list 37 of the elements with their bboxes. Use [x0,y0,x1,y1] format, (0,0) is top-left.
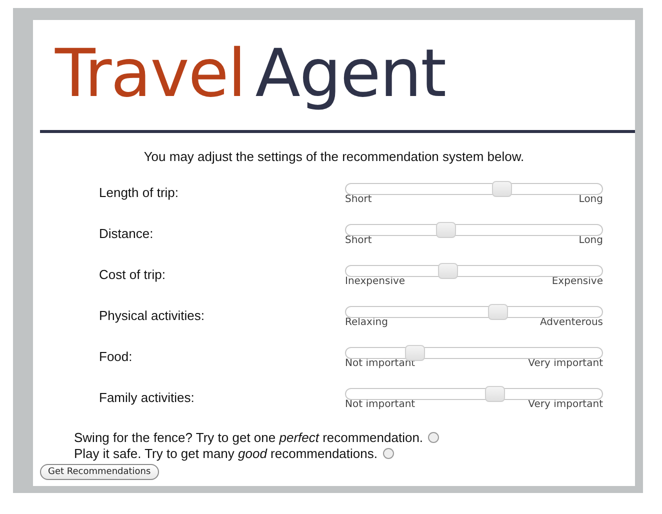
slider-thumb[interactable] [436,222,456,238]
get-recommendations-button[interactable]: Get Recommendations [40,464,159,480]
max-label: Long [578,194,603,205]
slider-thumb[interactable] [488,304,508,320]
setting-label: Cost of trip: [98,266,166,282]
slider-track[interactable] [345,183,603,195]
intro-text: You may adjust the settings of the recommendation system below. [142,149,526,166]
logo: Travel Agent [54,34,447,114]
min-label: Inexpensive [345,276,406,287]
radio-button[interactable] [382,448,394,458]
setting-label: Family activities: [98,389,196,405]
min-label: Short [345,194,372,205]
slider-thumb[interactable] [438,263,458,279]
radio-button[interactable] [428,432,440,442]
max-label: Expensive [552,276,603,287]
setting-label: Length of trip: [98,184,180,200]
strategy-label: Swing for the fence? Try to get one perfect recommendation. [74,430,424,444]
max-label: Adventerous [540,317,603,328]
min-label: Short [345,235,372,246]
max-label: Long [578,235,603,246]
strategy-label: Play it safe. Try to get many good recommendations. [74,446,378,460]
slider-track[interactable] [345,388,603,400]
min-label: Relaxing [345,317,388,328]
min-label: Not important [345,399,416,410]
slider-thumb[interactable] [485,386,506,402]
max-label: Very important [528,399,603,410]
slider-thumb[interactable] [405,345,425,361]
slider-thumb[interactable] [492,181,512,197]
slider-track[interactable] [345,265,603,277]
min-label: Not important [345,358,416,369]
slider-track[interactable] [345,306,603,318]
setting-label: Physical activities: [98,307,206,323]
setting-label: Distance: [98,225,154,241]
slider-track[interactable] [345,224,603,236]
setting-label: Food: [98,348,134,364]
max-label: Very important [528,358,603,369]
slider-track[interactable] [345,347,603,359]
